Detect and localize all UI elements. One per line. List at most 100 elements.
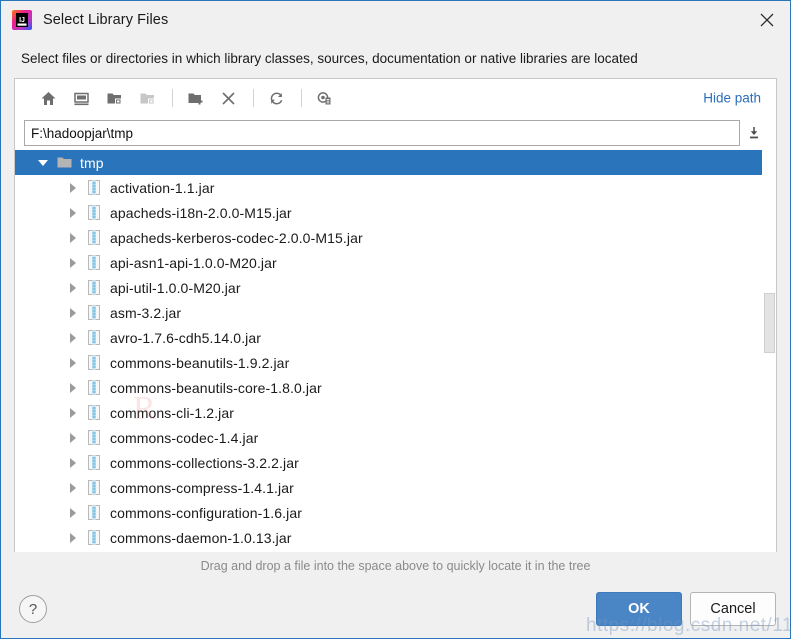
toolbar-separator [301,89,302,107]
jar-file-icon [83,400,105,425]
chevron-right-icon[interactable] [63,425,83,450]
tree-row-label: avro-1.7.6-cdh5.14.0.jar [110,329,262,346]
tree-row-label: api-util-1.0.0-M20.jar [110,279,241,296]
tree-row-label: commons-beanutils-1.9.2.jar [110,354,290,371]
tree-row[interactable] [15,550,776,552]
cancel-button[interactable]: Cancel [690,592,776,626]
tree-row-label: commons-compress-1.4.1.jar [110,479,294,496]
tree-row[interactable]: commons-daemon-1.0.13.jar [15,525,776,550]
jar-file-icon [83,450,105,475]
jar-file-icon [83,275,105,300]
desktop-icon[interactable] [66,85,96,111]
chevron-right-icon[interactable] [63,400,83,425]
tree-row-label: commons-configuration-1.6.jar [110,504,302,521]
tree-row-label: commons-daemon-1.0.13.jar [110,529,292,546]
drag-drop-hint: Drag and drop a file into the space abov… [1,552,790,580]
tree-row-label: apacheds-kerberos-codec-2.0.0-M15.jar [110,229,363,246]
tree-row[interactable]: asm-3.2.jar [15,300,776,325]
close-icon[interactable] [744,1,790,39]
chevron-right-icon[interactable] [63,275,83,300]
tree-row-label: commons-beanutils-core-1.8.0.jar [110,379,322,396]
chevron-right-icon[interactable] [63,250,83,275]
tree-row[interactable]: api-asn1-api-1.0.0-M20.jar [15,250,776,275]
tree-row-label: api-asn1-api-1.0.0-M20.jar [110,254,277,271]
refresh-icon[interactable] [261,85,291,111]
hide-path-link[interactable]: Hide path [703,91,761,106]
tree-row[interactable]: commons-collections-3.2.2.jar [15,450,776,475]
tree-row[interactable]: commons-codec-1.4.jar [15,425,776,450]
dialog-description: Select files or directories in which lib… [21,51,638,66]
chevron-right-icon[interactable] [63,550,83,552]
tree-row[interactable]: avro-1.7.6-cdh5.14.0.jar [15,325,776,350]
jar-file-icon [83,425,105,450]
jar-file-icon [83,200,105,225]
help-button[interactable]: ? [19,595,47,623]
chevron-right-icon[interactable] [63,475,83,500]
jar-file-icon [83,350,105,375]
home-icon[interactable] [33,85,63,111]
tree-row[interactable]: activation-1.1.jar [15,175,776,200]
tree-row-label: apacheds-i18n-2.0.0-M15.jar [110,204,292,221]
toolbar-separator [172,89,173,107]
show-hidden-files-icon[interactable] [309,85,339,111]
tree-row[interactable]: apacheds-kerberos-codec-2.0.0-M15.jar [15,225,776,250]
chevron-right-icon[interactable] [63,350,83,375]
tree-row[interactable]: commons-compress-1.4.1.jar [15,475,776,500]
file-tree-rows: tmp activation-1.1.jar apacheds-i18n-2.0.0… [15,150,776,552]
tree-row[interactable]: commons-beanutils-1.9.2.jar [15,350,776,375]
tree-row-label: asm-3.2.jar [110,304,182,321]
new-folder-icon[interactable] [180,85,210,111]
chevron-right-icon[interactable] [63,225,83,250]
chevron-right-icon[interactable] [63,175,83,200]
delete-icon[interactable] [213,85,243,111]
dialog-footer: ? OK Cancel [1,580,790,638]
chevron-right-icon[interactable] [63,375,83,400]
tree-row-label: commons-cli-1.2.jar [110,404,235,421]
chevron-right-icon[interactable] [63,525,83,550]
jar-file-icon [83,500,105,525]
jar-file-icon [83,375,105,400]
file-chooser-toolbar: Hide path [15,79,776,117]
tree-row[interactable]: tmp [15,150,776,175]
jar-file-icon [83,300,105,325]
window-title: Select Library Files [43,12,169,28]
module-folder-icon [132,85,162,111]
chevron-right-icon[interactable] [63,325,83,350]
tree-scrollbar-thumb[interactable] [764,293,775,353]
select-library-files-dialog: IJ Select Library Files Select files or … [0,0,791,639]
chevron-right-icon[interactable] [63,450,83,475]
tree-row-label: activation-1.1.jar [110,179,215,196]
expand-down-icon[interactable] [740,120,768,146]
tree-row[interactable]: apacheds-i18n-2.0.0-M15.jar [15,200,776,225]
tree-row[interactable]: commons-configuration-1.6.jar [15,500,776,525]
tree-row[interactable]: commons-beanutils-core-1.8.0.jar [15,375,776,400]
ok-button[interactable]: OK [596,592,682,626]
file-tree[interactable]: tmp activation-1.1.jar apacheds-i18n-2.0.0… [15,149,776,552]
tree-row-label: tmp [80,154,104,171]
svg-text:IJ: IJ [19,17,25,24]
jar-file-icon [83,550,105,552]
jar-file-icon [83,475,105,500]
jar-file-icon [83,250,105,275]
tree-row[interactable]: commons-cli-1.2.jar [15,400,776,425]
chevron-right-icon[interactable] [63,300,83,325]
chevron-down-icon[interactable] [33,150,53,175]
chevron-right-icon[interactable] [63,200,83,225]
toolbar-separator [253,89,254,107]
chevron-right-icon[interactable] [63,500,83,525]
tree-scrollbar[interactable] [762,150,776,552]
file-chooser-panel: Hide path tmp activation-1.1.jar apacheds-… [14,78,777,552]
intellij-idea-icon: IJ [11,9,33,31]
jar-file-icon [83,225,105,250]
tree-row[interactable]: api-util-1.0.0-M20.jar [15,275,776,300]
folder-icon [53,150,75,175]
tree-row-label: commons-collections-3.2.2.jar [110,454,299,471]
jar-file-icon [83,525,105,550]
project-folder-icon[interactable] [99,85,129,111]
path-row [15,117,776,149]
jar-file-icon [83,325,105,350]
title-bar: IJ Select Library Files [1,1,790,39]
path-input[interactable] [24,120,740,146]
jar-file-icon [83,175,105,200]
tree-row-label: commons-codec-1.4.jar [110,429,259,446]
